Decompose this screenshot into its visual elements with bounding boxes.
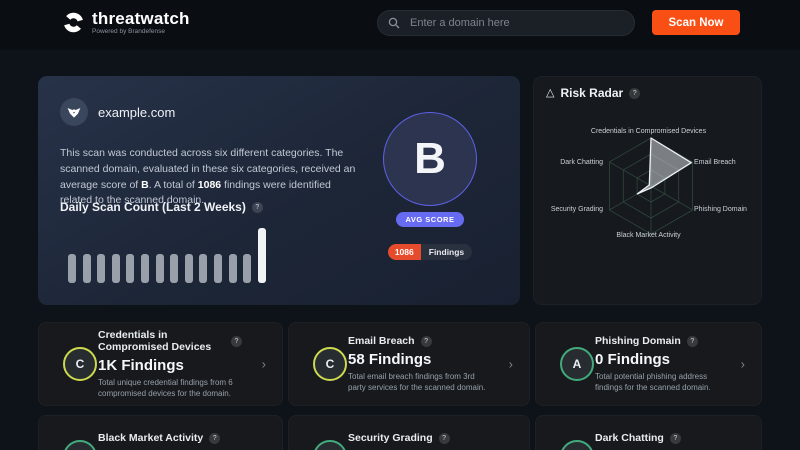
grade-badge: C [313, 347, 347, 381]
help-icon[interactable]: ? [439, 433, 450, 444]
grade-badge: A [560, 347, 594, 381]
search-icon [388, 17, 400, 29]
summary-total: 1086 [198, 179, 221, 191]
brand-name: threatwatch [92, 10, 190, 27]
chevron-right-icon[interactable]: › [741, 357, 745, 372]
category-title: Phishing Domain [595, 335, 681, 348]
total-findings-badge: 1086 Findings [388, 244, 472, 260]
scan-summary-card: example.com This scan was conducted acro… [38, 76, 520, 305]
category-card-dark-chatting[interactable]: A Dark Chatting ? 0 Findings › [535, 415, 762, 450]
help-icon[interactable]: ? [252, 202, 263, 213]
grade-letter: C [76, 357, 85, 371]
help-icon[interactable]: ? [670, 433, 681, 444]
scan-now-button[interactable]: Scan Now [652, 10, 740, 35]
avg-score-badge: AVG SCORE [396, 212, 465, 227]
grade-letter: C [326, 357, 335, 371]
grade-badge: A [560, 440, 594, 450]
category-title: Email Breach [348, 335, 415, 348]
daily-scan-title-row: Daily Scan Count (Last 2 Weeks) ? [60, 200, 263, 214]
category-card-body: Phishing Domain ? 0 Findings Total poten… [595, 335, 725, 393]
summary-part2: . A total of [149, 179, 198, 191]
scan-count-bar [229, 254, 237, 283]
category-card-credentials[interactable]: C Credentials in Compromised Devices ? 1… [38, 322, 283, 406]
average-score-column: B AVG SCORE 1086 Findings [383, 112, 477, 260]
scan-count-bar [126, 254, 134, 283]
domain-search-box[interactable] [377, 10, 635, 36]
category-card-body: Email Breach ? 58 Findings Total email b… [348, 335, 493, 393]
scan-count-bar [243, 254, 251, 283]
category-card-body: Security Grading ? 4 Findings [348, 432, 450, 450]
category-title: Dark Chatting [595, 432, 664, 445]
radar-axis-dark-chatting: Dark Chatting [560, 159, 603, 166]
radar-axis-email-breach: Email Breach [694, 159, 736, 166]
scan-count-bar [185, 254, 193, 283]
scanned-domain-name: example.com [98, 105, 175, 120]
scan-count-bar [214, 254, 222, 283]
threatwatch-dashboard: threatwatch Powered by Brandefense Scan … [0, 0, 800, 450]
score-circle: B [383, 112, 477, 206]
scan-count-bar [170, 254, 178, 283]
scanned-domain-row: example.com [60, 98, 175, 126]
brand-text: threatwatch Powered by Brandefense [92, 10, 190, 36]
summary-score: B [141, 179, 149, 191]
scan-count-bar [97, 254, 105, 283]
category-findings: 58 Findings [348, 351, 493, 368]
scan-count-bar [141, 254, 149, 283]
category-title: Black Market Activity [98, 432, 203, 445]
category-description: Total email breach findings from 3rd par… [348, 371, 493, 393]
help-icon[interactable]: ? [231, 336, 242, 347]
daily-scan-chart-title: Daily Scan Count (Last 2 Weeks) [60, 200, 246, 214]
average-score-letter: B [414, 134, 446, 184]
category-card-body: Credentials in Compromised Devices ? 1K … [98, 329, 246, 400]
help-icon[interactable]: ? [209, 433, 220, 444]
category-title: Security Grading [348, 432, 433, 445]
category-findings: 0 Findings [595, 351, 725, 368]
risk-radar-chart [534, 77, 763, 306]
category-card-body: Dark Chatting ? 0 Findings [595, 432, 681, 450]
top-header: threatwatch Powered by Brandefense Scan … [0, 0, 800, 50]
chevron-right-icon[interactable]: › [262, 357, 266, 372]
category-description: Total unique credential findings from 6 … [98, 377, 246, 399]
category-card-security-grading[interactable]: A Security Grading ? 4 Findings › [288, 415, 530, 450]
category-card-body: Black Market Activity ? Data Sale Not Fo… [98, 432, 245, 450]
brand-tagline: Powered by Brandefense [92, 29, 190, 36]
brand-logo[interactable]: threatwatch Powered by Brandefense [62, 10, 190, 36]
category-findings: 1K Findings [98, 357, 246, 374]
radar-axis-security-grading: Security Grading [551, 206, 603, 213]
scan-count-bar [68, 254, 76, 283]
help-icon[interactable]: ? [421, 336, 432, 347]
category-card-email-breach[interactable]: C Email Breach ? 58 Findings Total email… [288, 322, 530, 406]
risk-radar-card: △ Risk Radar ? Credentials in Compromise… [533, 76, 762, 305]
category-title: Credentials in Compromised Devices [98, 329, 218, 354]
scan-count-bar [112, 254, 120, 283]
findings-label: Findings [421, 244, 472, 260]
grade-badge: A [313, 440, 347, 450]
scan-count-bar [258, 228, 266, 283]
threatwatch-logo-icon [62, 11, 85, 34]
scan-count-bar [199, 254, 207, 283]
grade-letter: A [573, 357, 582, 371]
fox-logo-icon [66, 104, 82, 120]
domain-avatar [60, 98, 88, 126]
category-card-phishing-domain[interactable]: A Phishing Domain ? 0 Findings Total pot… [535, 322, 762, 406]
category-description: Total potential phishing address finding… [595, 371, 725, 393]
scan-count-bar [83, 254, 91, 283]
grade-badge: C [63, 347, 97, 381]
scan-count-bar [156, 254, 164, 283]
radar-axis-black-market: Black Market Activity [534, 232, 763, 239]
radar-axis-credentials: Credentials in Compromised Devices [534, 128, 763, 135]
grade-badge: A [63, 440, 97, 450]
findings-count: 1086 [388, 244, 421, 260]
chevron-right-icon[interactable]: › [509, 357, 513, 372]
domain-search-input[interactable] [408, 16, 624, 30]
daily-scan-bar-chart [68, 227, 266, 283]
category-card-black-market[interactable]: A Black Market Activity ? Data Sale Not … [38, 415, 283, 450]
radar-axis-phishing-domain: Phishing Domain [694, 206, 747, 213]
help-icon[interactable]: ? [687, 336, 698, 347]
